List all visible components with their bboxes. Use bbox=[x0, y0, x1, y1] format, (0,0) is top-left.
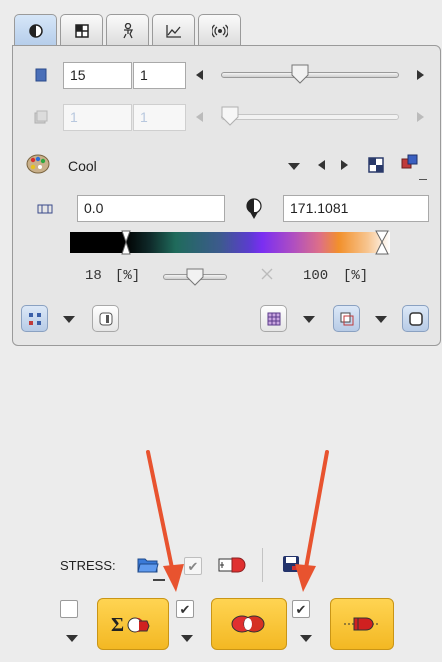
red-arrow-left bbox=[146, 450, 174, 570]
red-arrow-left-head bbox=[163, 564, 184, 592]
red-arrow-right bbox=[304, 450, 329, 570]
red-arrow-right-head bbox=[295, 564, 316, 592]
annotation-arrows bbox=[146, 450, 329, 592]
